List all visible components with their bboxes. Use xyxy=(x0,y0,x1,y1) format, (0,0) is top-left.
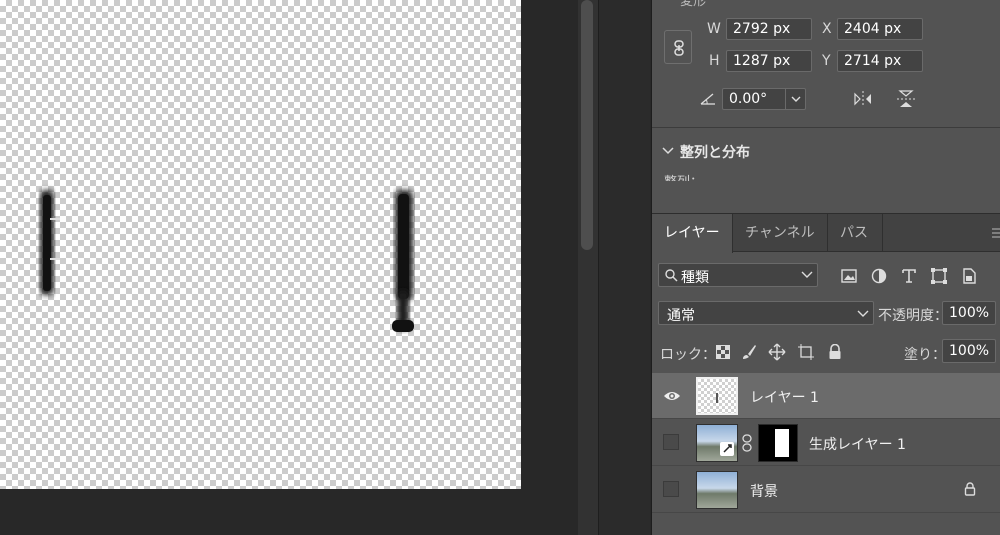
layer-name[interactable]: 生成レイヤー 1 xyxy=(809,434,906,454)
lock-artboard-icon[interactable] xyxy=(797,343,815,361)
eye-icon[interactable] xyxy=(663,389,681,403)
image-filter-icon[interactable] xyxy=(840,267,858,285)
photoshop-window: 変形 W 2792 px X 2404 px H 1287 px Y 2714 … xyxy=(0,0,1000,535)
transform-section: 変形 W 2792 px X 2404 px H 1287 px Y 2714 … xyxy=(652,0,1000,128)
layer-row[interactable]: 背景 xyxy=(652,467,1000,513)
layer-mask-thumbnail[interactable] xyxy=(758,424,798,462)
lock-image-pixels-icon[interactable] xyxy=(740,343,758,361)
layer-name[interactable]: 背景 xyxy=(750,481,778,501)
panel-menu-icon[interactable] xyxy=(992,228,1000,238)
x-field[interactable]: 2404 px xyxy=(837,18,923,40)
layer-row[interactable]: レイヤー 1 xyxy=(652,373,1000,419)
chevron-down-icon xyxy=(857,310,869,317)
visibility-toggle[interactable] xyxy=(663,481,679,497)
angle-field[interactable]: 0.00° xyxy=(722,88,806,110)
lock-label: ロック： xyxy=(660,347,716,363)
lock-position-icon[interactable] xyxy=(768,343,786,361)
panel-dock-gutter xyxy=(598,0,650,535)
layer-thumbnail xyxy=(696,424,738,462)
tab-paths[interactable]: パス xyxy=(828,214,883,252)
align-subtitle: 整列： xyxy=(664,171,703,181)
angle-icon xyxy=(700,93,715,105)
opacity-label: 不透明度： xyxy=(878,308,948,324)
flip-vertical-icon[interactable] xyxy=(896,88,916,110)
document-canvas[interactable] xyxy=(0,0,521,489)
visibility-toggle[interactable] xyxy=(663,434,679,450)
smart-object-filter-icon[interactable] xyxy=(960,267,978,285)
kind-filter-label: 種類 xyxy=(681,270,709,286)
type-filter-icon[interactable] xyxy=(900,267,918,285)
x-label: X xyxy=(822,21,832,37)
layer-row[interactable]: 生成レイヤー 1 xyxy=(652,420,1000,466)
flip-horizontal-icon[interactable] xyxy=(852,90,874,108)
right-panels: 変形 W 2792 px X 2404 px H 1287 px Y 2714 … xyxy=(651,0,1000,535)
shape-filter-icon[interactable] xyxy=(930,267,948,285)
layer-name[interactable]: レイヤー 1 xyxy=(750,387,819,407)
brush-stroke-left xyxy=(40,190,60,295)
h-label: H xyxy=(709,53,720,69)
kind-filter-select[interactable]: 種類 xyxy=(658,263,818,287)
generative-badge-icon xyxy=(720,442,734,456)
search-icon xyxy=(665,269,678,282)
tab-layers[interactable]: レイヤー xyxy=(652,214,733,253)
chain-link-icon[interactable] xyxy=(742,434,752,452)
transform-title: 変形 xyxy=(680,0,707,9)
width-field[interactable]: 2792 px xyxy=(726,18,812,40)
brush-stroke-right xyxy=(392,190,414,332)
canvas-scrollbar-thumb[interactable] xyxy=(581,0,593,250)
chain-link-icon xyxy=(674,40,684,56)
lock-all-icon[interactable] xyxy=(828,344,842,360)
chevron-down-icon[interactable] xyxy=(785,89,805,109)
layer-thumbnail xyxy=(696,471,738,509)
w-label: W xyxy=(707,21,721,37)
layer-filter-row: 種類 xyxy=(652,259,1000,291)
fill-label: 塗り： xyxy=(904,347,946,363)
blend-row: 通常 不透明度： 100% xyxy=(652,299,1000,329)
height-field[interactable]: 1287 px xyxy=(726,50,812,72)
canvas-area[interactable] xyxy=(0,0,578,535)
y-label: Y xyxy=(822,53,831,69)
fill-field[interactable]: 100% xyxy=(942,339,996,363)
lock-transparent-pixels-icon[interactable] xyxy=(716,345,730,359)
y-field[interactable]: 2714 px xyxy=(837,50,923,72)
blend-mode-label: 通常 xyxy=(667,308,695,324)
adjustment-filter-icon[interactable] xyxy=(870,267,888,285)
align-section: 整列と分布 整列： xyxy=(652,129,1000,213)
layers-panel: レイヤー チャンネル パス 種類 通常 不透明度： 100% ロック： 塗り： … xyxy=(652,213,1000,535)
panel-tabs: レイヤー チャンネル パス xyxy=(652,214,1000,253)
lock-icon xyxy=(964,482,976,496)
blend-mode-select[interactable]: 通常 xyxy=(658,301,874,325)
chevron-down-icon[interactable] xyxy=(662,146,674,156)
align-title: 整列と分布 xyxy=(680,145,750,161)
lock-row: ロック： 塗り： 100% xyxy=(652,339,1000,367)
link-dimensions-button[interactable] xyxy=(664,30,692,64)
opacity-field[interactable]: 100% xyxy=(942,301,996,325)
chevron-down-icon xyxy=(801,271,813,278)
layer-thumbnail xyxy=(696,377,738,415)
angle-value: 0.00° xyxy=(729,91,768,107)
tab-channels[interactable]: チャンネル xyxy=(733,214,828,252)
